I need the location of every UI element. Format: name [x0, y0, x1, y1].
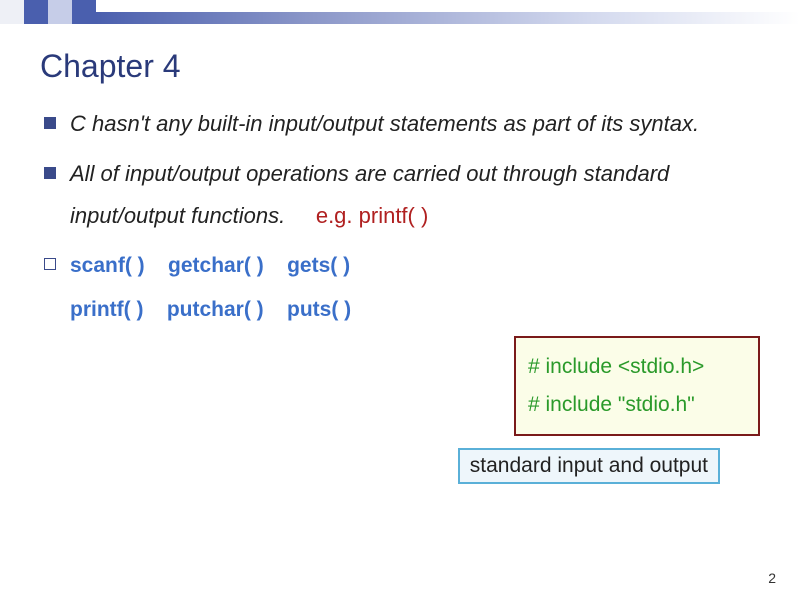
stdio-label-box: standard input and output: [458, 448, 720, 484]
fn-scanf: scanf( ): [70, 254, 145, 277]
fn-printf: printf( ): [70, 298, 143, 321]
fn-gets: gets( ): [287, 254, 350, 277]
square-bullet-icon: [44, 167, 56, 179]
fn-putchar: putchar( ): [167, 298, 264, 321]
bullet-item: C hasn't any built-in input/output state…: [44, 103, 772, 145]
page-title: Chapter 4: [40, 48, 800, 85]
square-bullet-icon: [44, 117, 56, 129]
example-text: e.g. printf( ): [316, 203, 428, 228]
bullet-text: All of input/output operations are carri…: [70, 153, 772, 237]
fn-getchar: getchar( ): [168, 254, 264, 277]
page-number: 2: [768, 570, 776, 586]
square-bullet-icon: [44, 258, 56, 270]
include-line: # include "stdio.h": [528, 386, 746, 424]
bullet-item: All of input/output operations are carri…: [44, 153, 772, 237]
function-list: scanf( ) getchar( ) gets( ) printf( ) pu…: [70, 244, 351, 332]
bullet-text: C hasn't any built-in input/output state…: [70, 103, 772, 145]
slide-content: C hasn't any built-in input/output state…: [0, 103, 800, 333]
include-callout: # include <stdio.h> # include "stdio.h": [514, 336, 760, 436]
fn-puts: puts( ): [287, 298, 351, 321]
bullet-item: scanf( ) getchar( ) gets( ) printf( ) pu…: [44, 244, 772, 332]
include-line: # include <stdio.h>: [528, 348, 746, 386]
header-decoration: [0, 0, 800, 24]
